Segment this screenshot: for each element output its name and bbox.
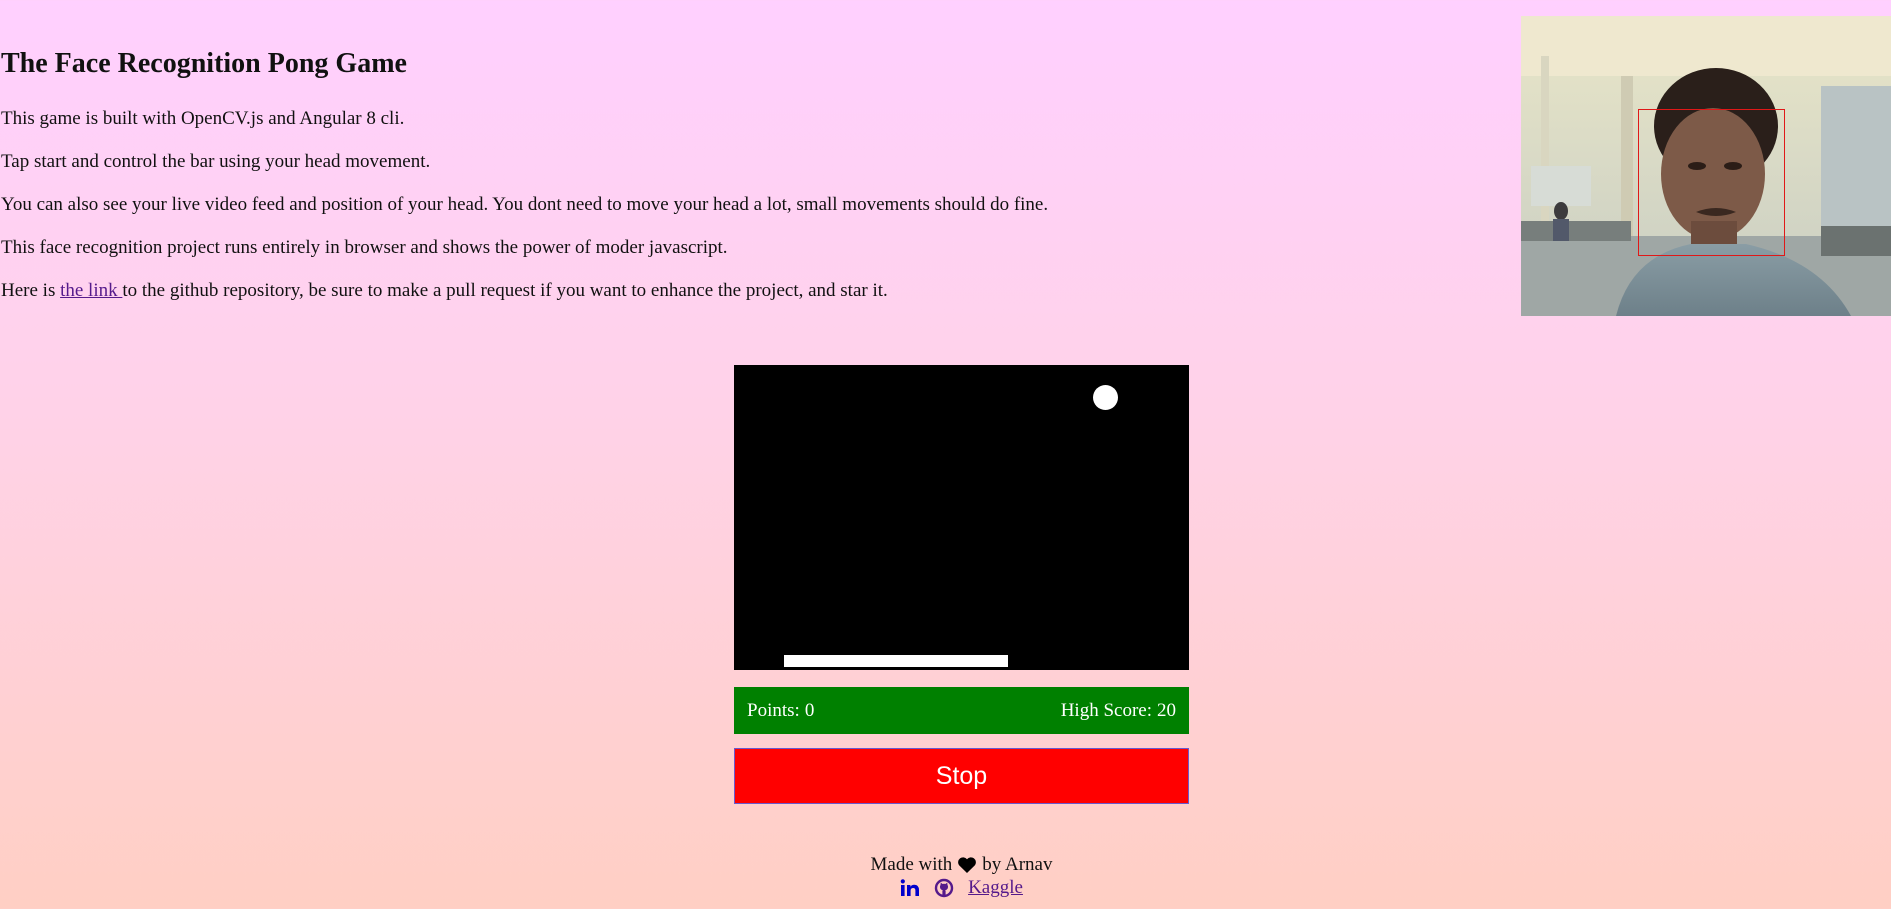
high-score-display: High Score: 20 — [1061, 700, 1176, 722]
footer: Made with by Arnav Kaggle — [0, 854, 1891, 899]
made-with-text: Made with — [870, 854, 953, 875]
footer-credit: Made with by Arnav — [0, 854, 1891, 876]
points-label: Points: — [747, 699, 800, 721]
pong-game-canvas[interactable] — [734, 365, 1189, 670]
intro-line-5: Here is the link to the github repositor… — [1, 279, 1481, 303]
intro-line-2: Tap start and control the bar using your… — [1, 151, 431, 172]
face-detection-box — [1638, 109, 1785, 256]
webcam-feed — [1521, 16, 1891, 316]
score-bar: Points: 0 High Score: 20 — [734, 687, 1189, 734]
heart-icon — [957, 856, 977, 874]
intro-line-4: This face recognition project runs entir… — [1, 237, 728, 258]
github-icon[interactable] — [934, 878, 954, 898]
github-repo-link[interactable]: the link — [60, 280, 122, 301]
intro-line-5-after: to the github repository, be sure to mak… — [122, 280, 888, 301]
intro-line-1: This game is built with OpenCV.js and An… — [1, 108, 405, 129]
high-score-label: High Score: — [1060, 699, 1152, 721]
pong-ball — [1093, 385, 1118, 410]
kaggle-link[interactable]: Kaggle — [968, 877, 1023, 899]
intro-line-5-before: Here is — [1, 280, 61, 301]
page-title: The Face Recognition Pong Game — [1, 48, 407, 79]
by-author-text: by Arnav — [982, 854, 1053, 875]
stop-button[interactable]: Stop — [734, 748, 1189, 804]
intro-section: The Face Recognition Pong Game This game… — [1, 40, 1481, 322]
linkedin-icon[interactable] — [900, 879, 920, 897]
points-display: Points: 0 — [747, 700, 814, 722]
footer-links: Kaggle — [0, 877, 1891, 899]
pong-paddle — [784, 655, 1008, 667]
intro-line-3: You can also see your live video feed an… — [1, 194, 1049, 215]
points-value: 0 — [804, 699, 815, 721]
high-score-value: 20 — [1157, 699, 1176, 721]
